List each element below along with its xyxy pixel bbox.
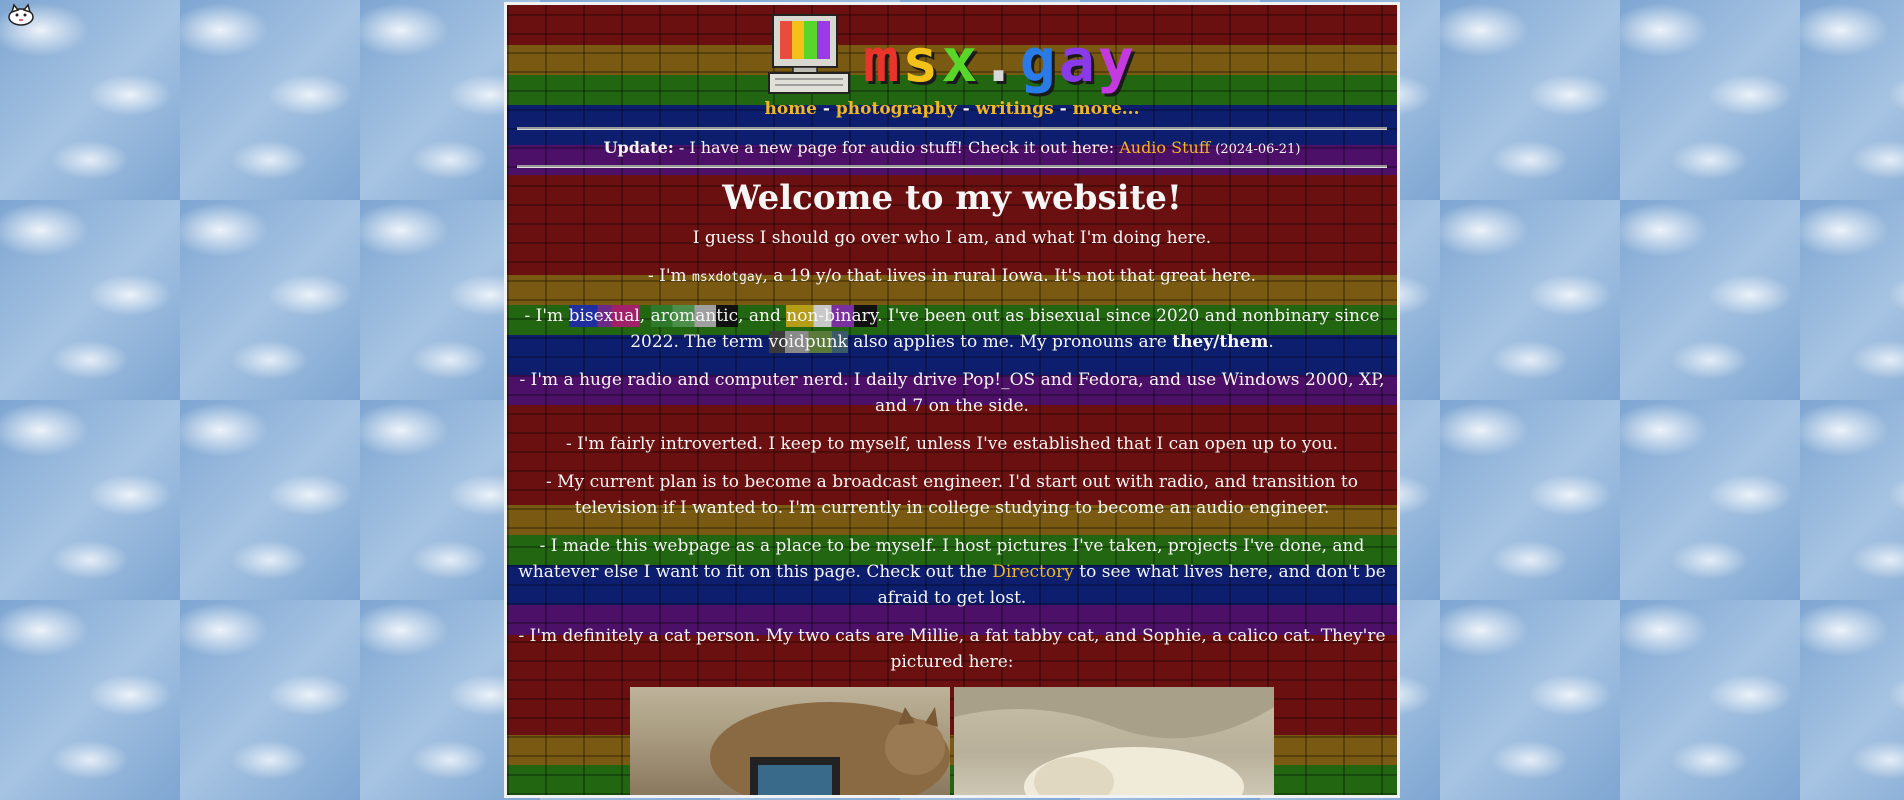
- divider: [517, 165, 1387, 168]
- cats-paragraph: - I'm definitely a cat person. My two ca…: [518, 626, 1386, 672]
- welcome-heading: Welcome to my website!: [722, 178, 1182, 218]
- bisexual-flag-text: bisexual: [568, 305, 640, 327]
- main-nav: home - photography - writings - more...: [507, 99, 1397, 119]
- logo-letter: y: [1097, 26, 1137, 96]
- retro-computer-icon: [768, 14, 851, 94]
- text: , a 19 y/o that lives in rural Iowa. It'…: [762, 266, 1257, 286]
- logo-letter: .: [980, 26, 1020, 96]
- pronouns: they/them: [1172, 332, 1269, 352]
- username: msxdotgay: [692, 270, 763, 285]
- text: , and: [738, 306, 787, 326]
- text: ,: [639, 306, 651, 326]
- nav-home-link[interactable]: home: [764, 99, 817, 119]
- cat-photo-millie[interactable]: [630, 687, 950, 795]
- text: - I'm: [647, 266, 693, 286]
- nonbinary-flag-text: non-binary: [786, 305, 878, 327]
- main-panel: msx.gay home - photography - writings - …: [504, 2, 1400, 798]
- text: .: [1268, 332, 1274, 352]
- career-paragraph: - My current plan is to become a broadca…: [546, 472, 1358, 518]
- aromantic-flag-text: aromantic: [650, 305, 739, 327]
- nav-separator: -: [822, 99, 830, 119]
- cat-cursor-icon: [8, 3, 34, 26]
- nav-photography-link[interactable]: photography: [836, 99, 957, 119]
- introvert-paragraph: - I'm fairly introverted. I keep to myse…: [565, 434, 1339, 454]
- logo-letter: m: [863, 26, 903, 96]
- directory-link[interactable]: Directory: [992, 562, 1074, 582]
- nav-writings-link[interactable]: writings: [976, 99, 1054, 119]
- nav-separator: -: [962, 99, 970, 119]
- logo-letter: s: [902, 26, 942, 96]
- audio-stuff-link[interactable]: Audio Stuff: [1119, 138, 1210, 157]
- update-label: Update:: [603, 138, 674, 157]
- calico-cat-icon: [954, 687, 1274, 795]
- text: also applies to me. My pronouns are: [847, 332, 1173, 352]
- webpage-paragraph: - I made this webpage as a place to be m…: [517, 533, 1387, 611]
- logo-letter: a: [1058, 26, 1098, 96]
- text: - I'm: [524, 306, 569, 326]
- cat-photo-sophie[interactable]: [954, 687, 1274, 795]
- logo-letter: x: [941, 26, 981, 96]
- nav-more-link[interactable]: more...: [1073, 99, 1140, 119]
- logo-letter: g: [1019, 26, 1059, 96]
- voidpunk-flag-text: voidpunk: [768, 331, 848, 353]
- intro-paragraph: I guess I should go over who I am, and w…: [692, 228, 1212, 248]
- cat-photos: [507, 687, 1397, 795]
- computers-paragraph: - I'm a huge radio and computer nerd. I …: [519, 370, 1385, 416]
- logo-text: msx.gay: [863, 25, 1137, 97]
- update-text: - I have a new page for audio stuff! Che…: [673, 138, 1120, 157]
- identity-paragraph: - I'm bisexual, aromantic, and non-binar…: [517, 303, 1387, 355]
- site-logo[interactable]: msx.gay: [507, 11, 1397, 97]
- nav-separator: -: [1059, 99, 1067, 119]
- divider: [517, 127, 1387, 130]
- about-age-paragraph: - I'm msxdotgay, a 19 y/o that lives in …: [517, 263, 1387, 291]
- update-banner: Update: - I have a new page for audio st…: [507, 138, 1397, 157]
- tabby-cat-icon: [710, 702, 950, 795]
- update-date: (2024-06-21): [1215, 142, 1301, 157]
